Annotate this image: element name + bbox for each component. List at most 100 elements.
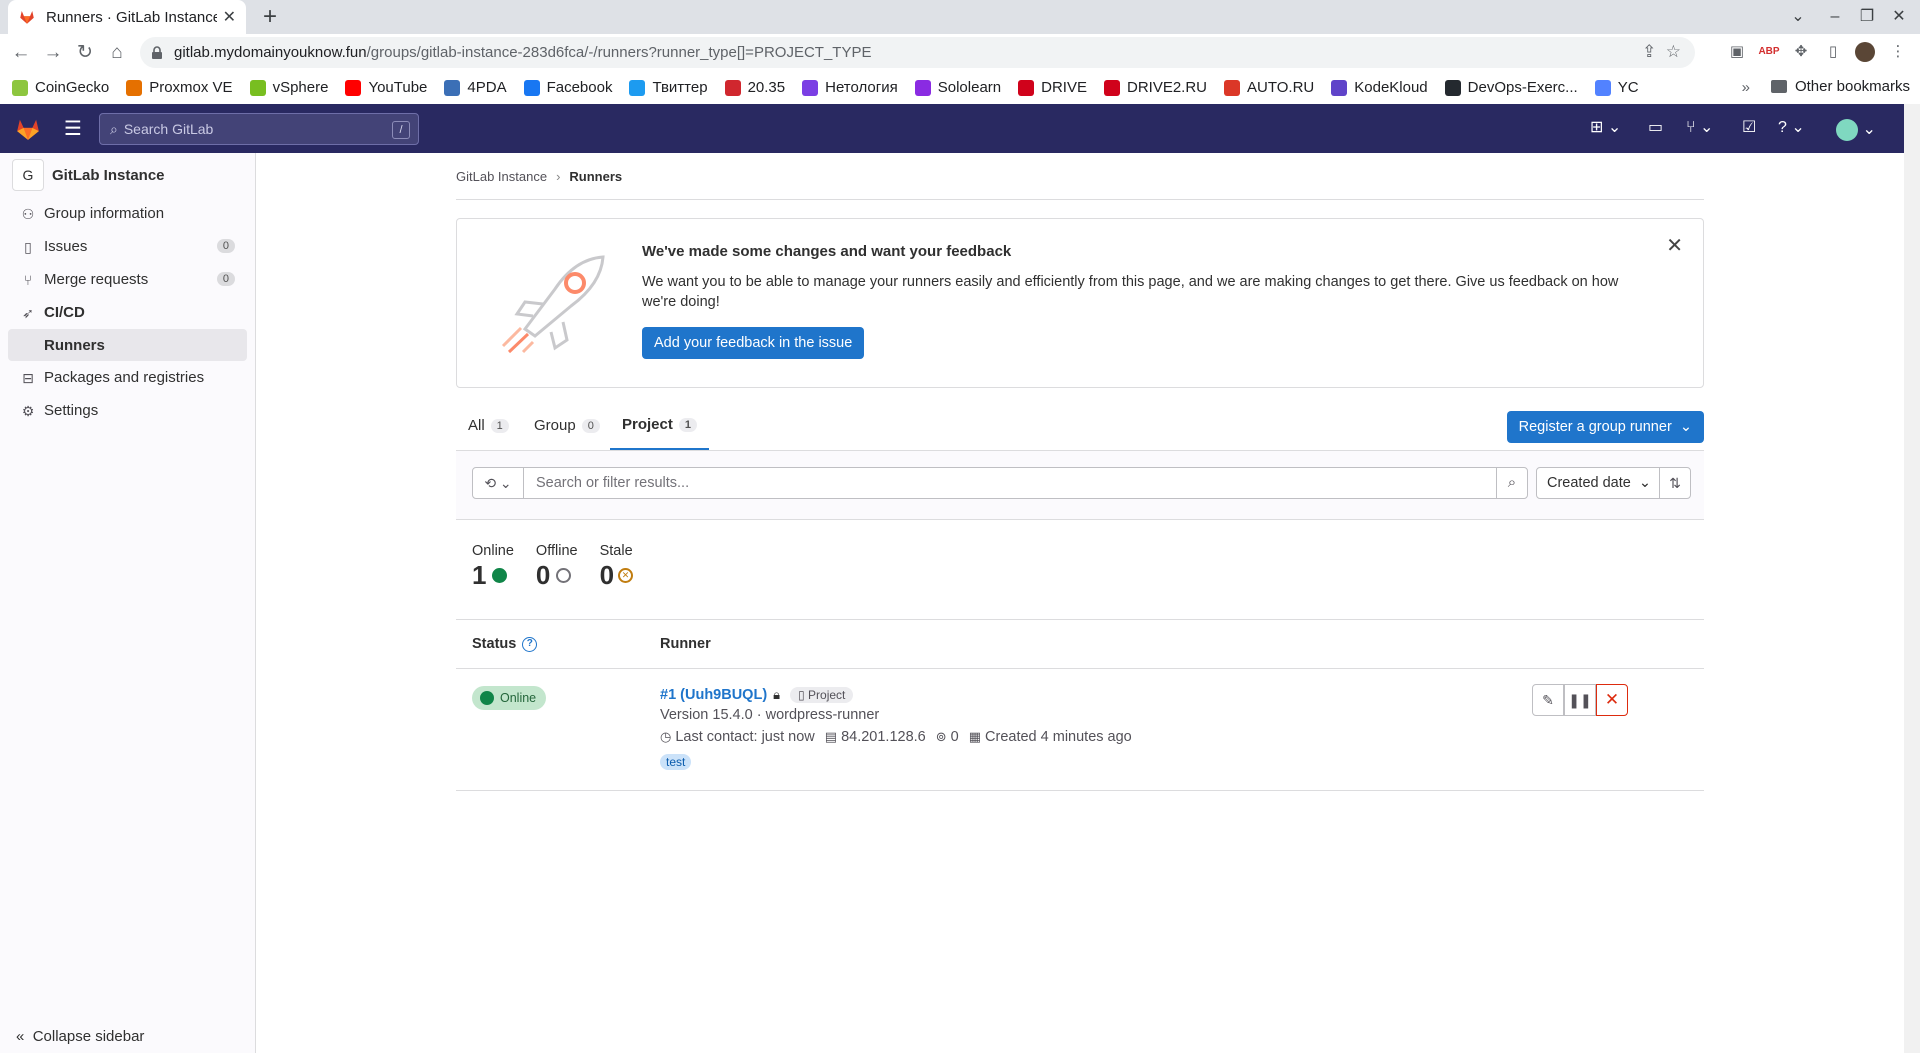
minimize-icon[interactable]: – [1820,5,1850,29]
bookmark-label: Твиттер [652,79,708,96]
tab-title: Runners · GitLab Instance [46,8,217,26]
sidebar-item-packages[interactable]: ⊟ Packages and registries [8,361,247,394]
gitlab-favicon-icon [20,11,34,24]
bookmark-item[interactable]: vSphere [249,79,328,96]
tab-project[interactable]: Project 1 [610,401,709,450]
sidebar-item-label: Group information [44,205,165,222]
register-group-runner-button[interactable]: Register a group runner ⌄ [1506,411,1704,443]
bookmark-item[interactable]: YouTube [345,79,427,96]
sidebar-item-issues[interactable]: ▯ Issues 0 [8,230,247,263]
tab-search-icon[interactable]: ⌄ [1783,5,1813,29]
forward-icon[interactable]: → [40,40,66,66]
menu-dots-icon[interactable]: ⋮ [1886,40,1910,64]
sidebar-item-merge-requests[interactable]: ⑂ Merge requests 0 [8,263,247,296]
hamburger-menu-icon[interactable]: ☰ [64,119,82,139]
bookmark-item[interactable]: Facebook [523,79,613,96]
search-input[interactable]: ⌕ Search GitLab / [99,113,419,145]
bookmark-item[interactable]: Sololearn [914,79,1002,96]
bookmark-item[interactable]: CoinGecko [12,79,109,96]
chevron-right-icon: › [556,168,561,184]
project-icon: ▯ [798,688,805,702]
issues-nav-icon[interactable]: ▭ [1648,119,1663,137]
page-scrollbar[interactable] [1904,104,1920,1053]
runner-link[interactable]: #1 (Uuh9BUQL) [660,687,767,703]
bookmark-item[interactable]: DRIVE [1018,79,1087,96]
pause-icon[interactable]: ❚❚ [1564,684,1596,716]
bookmark-item[interactable]: Твиттер [629,79,708,96]
bookmark-item[interactable]: Proxmox VE [126,79,233,96]
bookmarks-overflow-icon[interactable]: » [1742,79,1750,96]
reload-icon[interactable]: ↻ [72,40,98,66]
runner-stats: Online 1 Offline 0 Stale 0 ✕ [472,543,655,591]
gitlab-logo-icon[interactable] [15,116,41,142]
sort-direction-icon[interactable]: ⇅ [1659,467,1691,499]
bookmark-item[interactable]: 4PDA [444,79,507,96]
feedback-button[interactable]: Add your feedback in the issue [642,327,865,359]
bookmark-item[interactable]: DRIVE2.RU [1103,79,1207,96]
tab-group[interactable]: Group 0 [534,401,600,450]
side-panel-icon[interactable]: ▯ [1821,40,1845,64]
user-avatar-icon[interactable]: ⌄ [1836,119,1876,141]
adblock-icon[interactable]: ABP [1757,40,1781,64]
new-tab-button[interactable]: + [256,3,284,31]
runner-tag[interactable]: test [660,754,692,770]
close-window-icon[interactable]: ✕ [1884,5,1914,29]
merge-requests-nav-icon[interactable]: ⑂ ⌄ [1686,119,1713,137]
close-tab-icon[interactable]: ✕ [223,7,236,27]
folder-icon [1770,80,1787,93]
runner-ip: 84.201.128.6 [841,729,926,745]
tab-label: Project [622,416,673,433]
4pda-icon [444,79,461,96]
tab-label: All [468,417,485,434]
history-dropdown-icon[interactable]: ⟲ ⌄ [472,467,524,499]
browser-tab-active[interactable]: Runners · GitLab Instance ✕ [8,0,246,34]
delete-icon[interactable]: ✕ [1596,684,1628,716]
bookmark-item[interactable]: AUTO.RU [1224,79,1314,96]
autoru-icon [1224,79,1241,96]
sort-dropdown[interactable]: Created date ⌄ [1536,467,1660,499]
sidebar-item-settings[interactable]: ⚙ Settings [8,394,247,427]
stat-offline: Offline 0 [536,543,578,591]
new-dropdown-icon[interactable]: ⊞ ⌄ [1590,119,1621,137]
sidebar-subitem-runners[interactable]: Runners [8,329,247,361]
bookmark-item[interactable]: YC [1594,79,1639,96]
bookmark-label: AUTO.RU [1247,79,1315,96]
bookmark-item[interactable]: 20.35 [724,79,785,96]
stat-label: Stale [599,543,633,559]
sidebar-item-ci-cd[interactable]: ➶ CI/CD [8,296,247,329]
puzzle-icon[interactable]: ✥ [1789,40,1813,64]
bookmark-item[interactable]: Нетология [802,79,898,96]
home-icon[interactable]: ⌂ [104,40,130,66]
proxmox-icon [126,79,143,96]
sidebar-item-group-information[interactable]: ⚇ Group information [8,197,247,230]
question-icon[interactable]: ? [522,636,538,652]
breadcrumb-parent[interactable]: GitLab Instance [456,169,547,184]
bookmark-label: Sololearn [937,79,1002,96]
jobs-icon: ⊚ [935,729,947,744]
todo-icon[interactable]: ☑ [1742,119,1756,137]
tab-count-badge: 1 [678,417,697,432]
share-bookmark-icons[interactable]: ⇪ ☆ [1642,42,1681,62]
restore-icon[interactable]: ❐ [1852,5,1882,29]
address-bar[interactable]: gitlab.mydomainyouknow.fun /groups/gitla… [140,37,1695,68]
search-icon[interactable]: ⌕ [1496,467,1528,499]
tab-all[interactable]: All 1 [468,401,509,450]
banner-body: We want you to be able to manage your ru… [642,274,1619,310]
rocket-illustration-icon [501,255,605,354]
back-icon[interactable]: ← [8,40,34,66]
extension-icon[interactable]: ▣ [1725,40,1749,64]
close-icon[interactable]: ✕ [1666,233,1683,258]
breadcrumb-current[interactable]: Runners [569,169,622,184]
help-icon[interactable]: ? ⌄ [1778,119,1805,137]
other-bookmarks-folder[interactable]: Other bookmarks [1770,78,1910,95]
bookmark-label: DRIVE [1041,79,1087,96]
filter-search-input[interactable]: Search or filter results... [523,467,1497,499]
bookmark-item[interactable]: DevOps-Exerc... [1444,79,1578,96]
bookmark-label: Facebook [546,79,613,96]
bookmark-item[interactable]: KodeKloud [1331,79,1428,96]
runner-actions: ✎ ❚❚ ✕ [1532,684,1628,716]
profile-avatar-icon[interactable] [1853,40,1877,64]
sidebar-group-header[interactable]: G GitLab Instance [0,153,255,197]
edit-icon[interactable]: ✎ [1532,684,1564,716]
collapse-sidebar-button[interactable]: « Collapse sidebar [16,1028,144,1045]
